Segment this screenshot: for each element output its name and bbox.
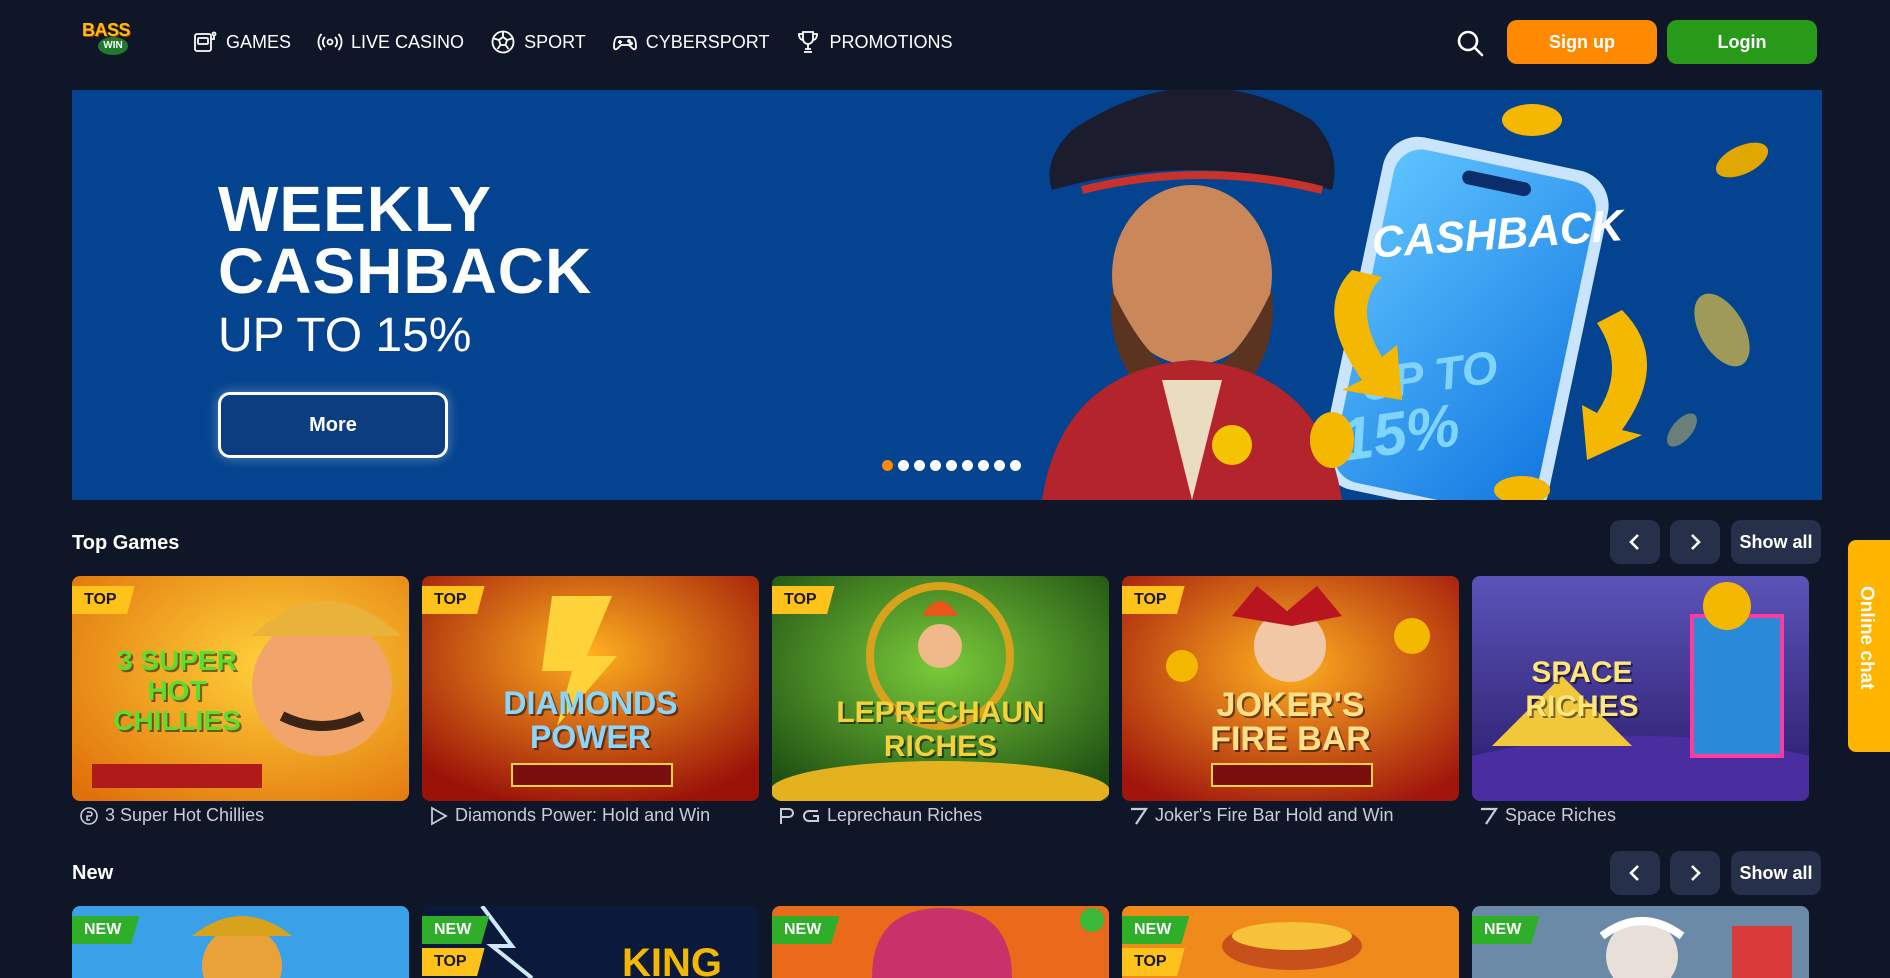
site-logo[interactable]: BASS WIN <box>78 20 144 60</box>
banner-more-button[interactable]: More <box>218 392 448 458</box>
banner-dot[interactable] <box>898 460 909 471</box>
game-name-label: Diamonds Power: Hold and Win <box>455 805 711 825</box>
game-name[interactable]: 3 Super Hot Chillies <box>78 805 264 826</box>
game-art-title: SPACE RICHES <box>1525 656 1639 723</box>
top-badge: TOP <box>1122 948 1185 976</box>
top-games-next-button[interactable] <box>1670 520 1720 564</box>
nav-live-casino[interactable]: LIVE CASINO <box>317 26 464 58</box>
provider-pg-icon <box>780 807 819 824</box>
slot-machine-icon <box>194 31 217 52</box>
banner-dot[interactable] <box>930 460 941 471</box>
new-games-show-all[interactable]: Show all <box>1731 851 1821 895</box>
banner-dot[interactable] <box>882 460 893 471</box>
new-badge: NEW <box>1472 916 1540 944</box>
game-card[interactable]: NEW TOP <box>1122 906 1459 978</box>
provider-play-icon <box>431 805 448 826</box>
banner-dot[interactable] <box>978 460 989 471</box>
nav-sport[interactable]: SPORT <box>490 26 586 58</box>
game-card[interactable]: TOP JOKER'S FIRE BAR <box>1122 576 1459 801</box>
game-name[interactable]: Leprechaun Riches <box>778 805 982 826</box>
top-badge: TOP <box>772 586 835 614</box>
game-art-title: 3 SUPER HOT CHILLIES <box>113 645 241 736</box>
online-chat-label: Online chat <box>1856 586 1877 690</box>
svg-text:KING: KING <box>622 941 722 978</box>
soccer-ball-icon <box>491 30 515 54</box>
game-art-title: LEPRECHAUN RICHES <box>836 696 1045 763</box>
game-name[interactable]: Space Riches <box>1478 805 1616 826</box>
promo-banner[interactable]: CASHBACK UP TO 15% WEEKLY CASHBACK UP TO… <box>72 90 1822 500</box>
nav-sport-label: SPORT <box>524 31 586 52</box>
nav-cybersport-label: CYBERSPORT <box>645 31 770 52</box>
new-badge: NEW <box>422 916 490 944</box>
game-card[interactable]: NEW <box>1472 906 1809 978</box>
game-art-title: DIAMONDS POWER <box>503 685 678 755</box>
game-name[interactable]: Diamonds Power: Hold and Win <box>428 805 710 826</box>
game-card[interactable]: TOP LEPRECHAUN RICHES <box>772 576 1109 801</box>
nav-cybersport[interactable]: CYBERSPORT <box>612 26 770 58</box>
game-name-label: Space Riches <box>1505 805 1617 825</box>
nav-promotions[interactable]: PROMOTIONS <box>795 26 952 58</box>
game-card[interactable]: NEW <box>72 906 409 978</box>
game-name-label: Joker's Fire Bar Hold and Win <box>1155 805 1394 825</box>
signup-button[interactable]: Sign up <box>1507 20 1657 64</box>
banner-dot[interactable] <box>994 460 1005 471</box>
section-title-top-games: Top Games <box>72 532 180 554</box>
broadcast-icon <box>317 33 343 51</box>
nav-games[interactable]: GAMES <box>192 26 291 58</box>
game-card[interactable]: TOP 3 SUPER HOT CHILLIES <box>72 576 409 801</box>
new-badge: NEW <box>1122 916 1190 944</box>
game-card[interactable]: SPACE RICHES <box>1472 576 1809 801</box>
logo-text-win: WIN <box>98 37 128 55</box>
new-games-prev-button[interactable] <box>1610 851 1660 895</box>
top-badge: TOP <box>72 586 135 614</box>
banner-artwork: CASHBACK UP TO 15% <box>1042 90 1769 500</box>
banner-subtitle: UP TO 15% <box>218 309 472 362</box>
new-badge: NEW <box>772 916 840 944</box>
section-title-new: New <box>72 862 114 884</box>
provider-seven-icon <box>1481 807 1499 825</box>
provider-b-icon <box>80 806 98 825</box>
main-nav: GAMES LIVE CASINO SPORT CYBERSPORT PROMO… <box>192 26 978 58</box>
game-name[interactable]: Joker's Fire Bar Hold and Win <box>1128 805 1394 826</box>
banner-dot[interactable] <box>914 460 925 471</box>
banner-dot[interactable] <box>962 460 973 471</box>
site-header: BASS WIN GAMES LIVE CASINO SPORT CYBERSP… <box>0 0 1890 84</box>
top-games-prev-button[interactable] <box>1610 520 1660 564</box>
banner-dot[interactable] <box>946 460 957 471</box>
game-art-title: JOKER'S FIRE BAR <box>1210 686 1371 758</box>
chevron-left-icon <box>1629 865 1639 881</box>
gamepad-icon <box>612 36 637 51</box>
search-icon[interactable] <box>1455 28 1485 58</box>
top-badge: TOP <box>1122 586 1185 614</box>
chevron-right-icon <box>1691 865 1701 881</box>
chevron-right-icon <box>1691 534 1701 550</box>
login-button[interactable]: Login <box>1667 20 1817 64</box>
game-card[interactable]: TOP DIAMONDS POWER <box>422 576 759 801</box>
banner-pagination <box>882 460 1021 471</box>
chevron-left-icon <box>1629 534 1639 550</box>
game-card[interactable]: KING NEW TOP <box>422 906 759 978</box>
provider-seven-icon <box>1131 807 1149 825</box>
top-games-show-all[interactable]: Show all <box>1731 520 1821 564</box>
new-games-next-button[interactable] <box>1670 851 1720 895</box>
trophy-icon <box>798 31 819 53</box>
banner-title: WEEKLY CASHBACK <box>218 173 593 307</box>
top-badge: TOP <box>422 586 485 614</box>
banner-dot[interactable] <box>1010 460 1021 471</box>
game-name-label: 3 Super Hot Chillies <box>105 805 265 825</box>
new-badge: NEW <box>72 916 140 944</box>
top-badge: TOP <box>422 948 485 976</box>
nav-live-casino-label: LIVE CASINO <box>351 31 465 52</box>
game-card[interactable]: NEW <box>772 906 1109 978</box>
nav-games-label: GAMES <box>226 31 292 52</box>
online-chat-button[interactable]: Online chat <box>1848 540 1890 752</box>
game-name-label: Leprechaun Riches <box>827 805 983 825</box>
nav-promotions-label: PROMOTIONS <box>829 31 953 52</box>
